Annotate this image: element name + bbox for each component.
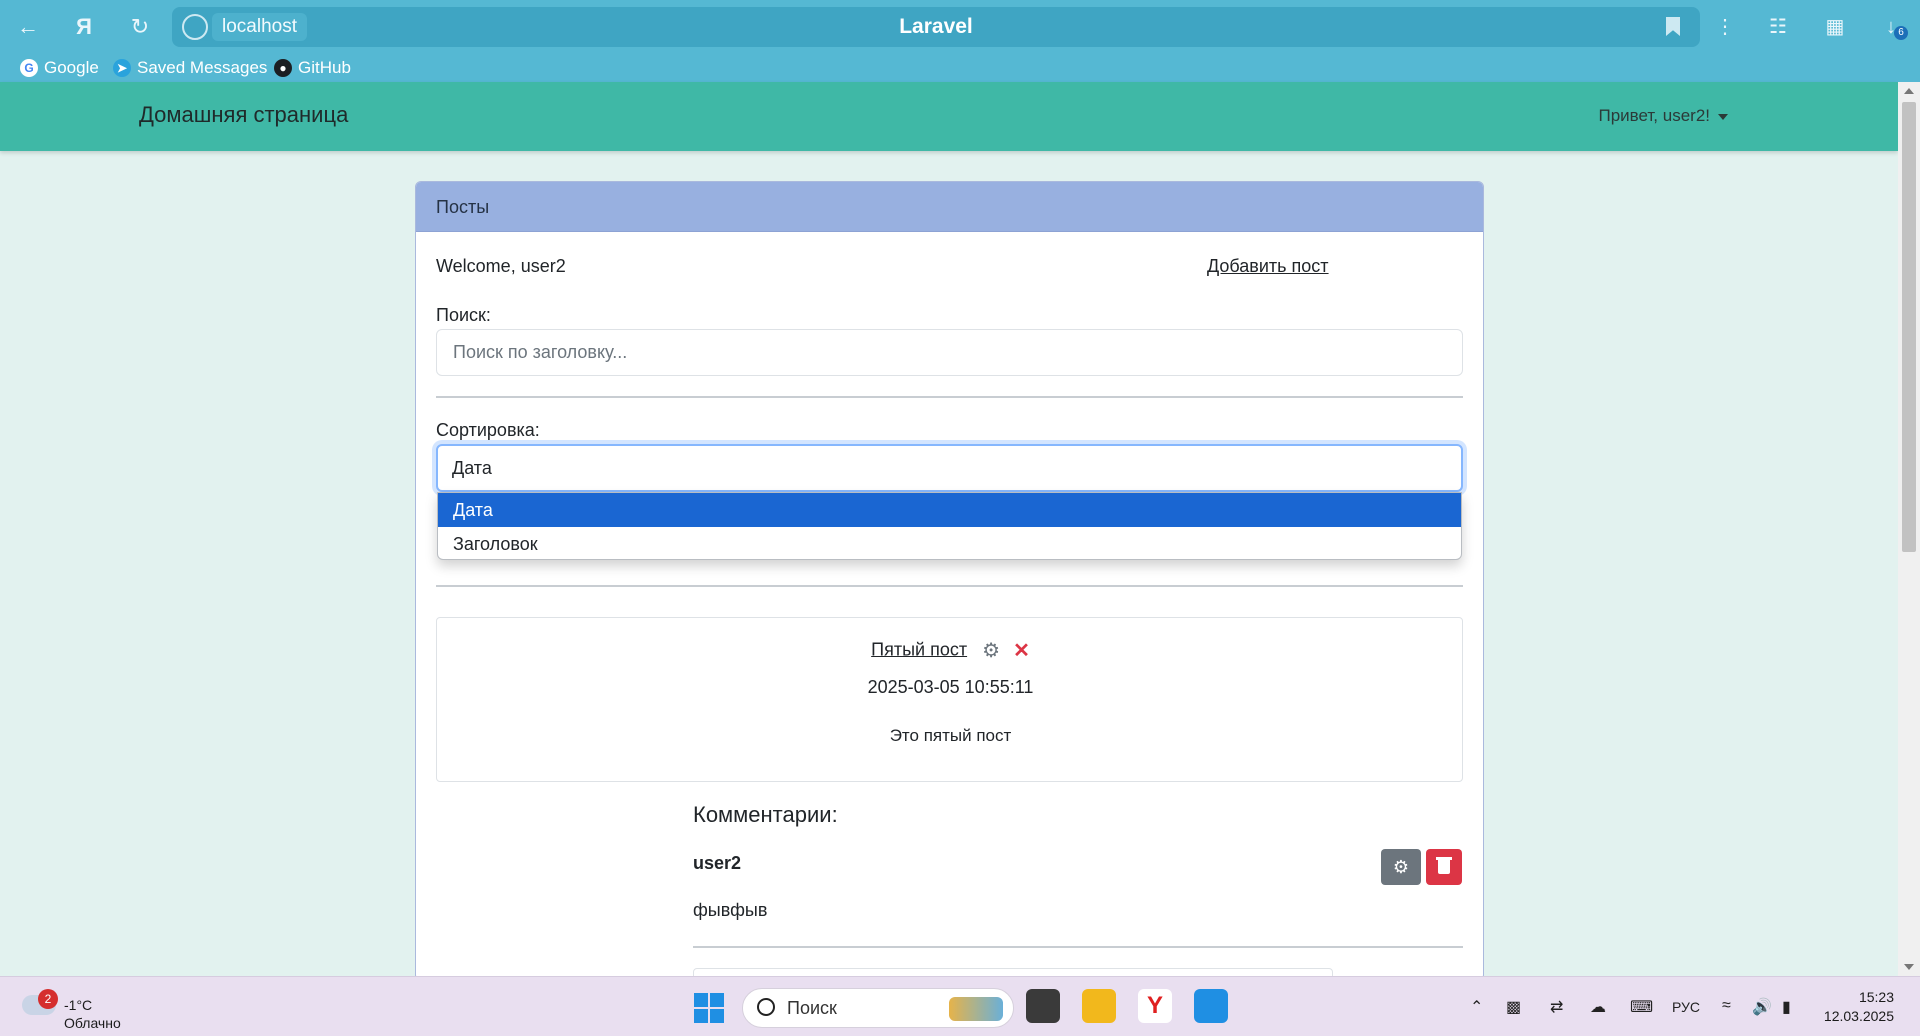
scroll-thumb[interactable] xyxy=(1902,102,1916,552)
start-button[interactable] xyxy=(694,993,724,1023)
gears-icon: ⚙ xyxy=(1392,857,1410,877)
clock-date: 12.03.2025 xyxy=(1823,1008,1894,1024)
chevron-up-icon[interactable]: ⌃ xyxy=(1470,997,1483,1017)
keyboard-icon[interactable]: ⌨ xyxy=(1630,997,1653,1017)
task-view-icon[interactable] xyxy=(1026,989,1060,1023)
post-date: 2025-03-05 10:55:11 xyxy=(867,677,1034,697)
app-navbar: Домашняя страница Привет, user2! xyxy=(0,82,1898,151)
browser-toolbar: ← Я ↻ localhost Laravel ⋮ ☷ ▦ ↓ 6 xyxy=(0,0,1920,54)
brand-link[interactable]: Домашняя страница xyxy=(139,102,348,128)
extension-icon[interactable]: ▦ xyxy=(1820,12,1850,42)
yandex-icon[interactable]: Я xyxy=(66,10,102,44)
scroll-down-icon[interactable] xyxy=(1904,964,1914,970)
bookmark-label: Saved Messages xyxy=(137,58,268,77)
cloud-offline-icon[interactable]: ☁ xyxy=(1590,997,1606,1017)
downloads-icon[interactable]: ↓ 6 xyxy=(1876,12,1908,42)
comment-text: фывфыв xyxy=(693,900,768,920)
post-title-row: Пятый пост ⚙ ✕ xyxy=(437,638,1464,663)
welcome-text: Welcome, user2 xyxy=(436,256,566,276)
search-highlight-image xyxy=(949,997,1003,1021)
clock-time: 15:23 xyxy=(1858,989,1894,1005)
weather-widget[interactable]: 2 -1°C Облачно xyxy=(22,989,142,1031)
user-greeting: Привет, user2! xyxy=(1598,106,1711,125)
bookmarks-bar: G Google ➤ Saved Messages ● GitHub xyxy=(0,54,1920,82)
delete-comment-button[interactable] xyxy=(1426,849,1462,885)
wifi-icon[interactable]: ≈ xyxy=(1722,997,1731,1015)
page-title: Laravel xyxy=(899,15,973,38)
browser-chrome: ← Я ↻ localhost Laravel ⋮ ☷ ▦ ↓ 6 G Googl… xyxy=(0,0,1920,82)
google-icon: G xyxy=(20,59,38,77)
battery-icon[interactable]: ▮ xyxy=(1782,997,1791,1017)
divider xyxy=(436,396,1463,398)
page-scrollbar[interactable] xyxy=(1898,82,1920,976)
user-menu-toggle[interactable]: Привет, user2! xyxy=(1598,106,1728,126)
bookmark-github[interactable]: ● GitHub xyxy=(274,56,351,80)
bookmark-label: Google xyxy=(44,58,99,77)
yandex-browser-icon[interactable]: Y xyxy=(1138,989,1172,1023)
add-post-link[interactable]: Добавить пост xyxy=(1207,256,1329,277)
search-label: Поиск: xyxy=(436,305,491,325)
divider xyxy=(436,585,1463,587)
close-icon[interactable]: ✕ xyxy=(1013,638,1030,663)
volume-icon[interactable]: 🔊 xyxy=(1752,997,1772,1017)
file-explorer-icon[interactable] xyxy=(1082,989,1116,1023)
bookmark-label: GitHub xyxy=(298,58,351,77)
sort-options-dropdown: Дата Заголовок xyxy=(437,492,1462,560)
collections-icon[interactable]: ☷ xyxy=(1763,12,1793,42)
back-icon[interactable]: ← xyxy=(10,10,46,44)
post-item: Пятый пост ⚙ ✕ 2025-03-05 10:55:11 Это п… xyxy=(436,617,1463,782)
sort-select[interactable]: Дата xyxy=(436,444,1463,492)
menu-dots-icon[interactable]: ⋮ xyxy=(1710,12,1740,42)
divider xyxy=(693,946,1463,948)
edit-comment-button[interactable]: ⚙ xyxy=(1381,849,1421,885)
sort-option-title[interactable]: Заголовок xyxy=(438,527,1461,561)
comments-heading: Комментарии: xyxy=(693,802,838,827)
weather-temp: -1°C xyxy=(64,997,93,1013)
clock[interactable]: 15:23 12.03.2025 xyxy=(1824,988,1894,1026)
github-icon: ● xyxy=(274,59,292,77)
bookmark-saved-messages[interactable]: ➤ Saved Messages xyxy=(113,56,267,80)
sync-icon[interactable]: ⇄ xyxy=(1550,997,1563,1017)
taskbar-search[interactable]: Поиск xyxy=(742,988,1014,1028)
weather-desc: Облачно xyxy=(64,1015,121,1031)
card-header: Посты xyxy=(416,182,1483,232)
search-icon xyxy=(757,998,775,1016)
vscode-icon[interactable] xyxy=(1194,989,1228,1023)
bookmark-google[interactable]: G Google xyxy=(20,56,99,80)
gear-icon[interactable]: ⚙ xyxy=(982,638,1000,663)
comment-author: user2 xyxy=(693,853,742,873)
post-title-link[interactable]: Пятый пост xyxy=(871,639,967,659)
scroll-up-icon[interactable] xyxy=(1904,88,1914,94)
notification-badge: 2 xyxy=(38,989,58,1009)
caret-down-icon xyxy=(1718,113,1728,120)
language-indicator[interactable]: РУС xyxy=(1672,999,1700,1015)
post-body: Это пятый пост xyxy=(889,726,1012,745)
telegram-icon: ➤ xyxy=(113,59,131,77)
posts-card: Посты Welcome, user2 Добавить пост Поиск… xyxy=(415,181,1484,981)
reload-icon[interactable]: ↻ xyxy=(122,10,158,44)
address-bar[interactable]: localhost Laravel xyxy=(172,7,1700,47)
meet-icon[interactable]: ▩ xyxy=(1506,997,1521,1017)
downloads-count: 6 xyxy=(1894,26,1908,40)
sort-option-date[interactable]: Дата xyxy=(438,493,1461,527)
search-input[interactable] xyxy=(436,329,1463,376)
taskbar: 2 -1°C Облачно Поиск Y ⌃ ▩ ⇄ ☁ ⌨ РУС ≈ 🔊… xyxy=(0,976,1920,1036)
sort-label: Сортировка: xyxy=(436,420,540,440)
taskbar-search-text: Поиск xyxy=(787,998,837,1018)
